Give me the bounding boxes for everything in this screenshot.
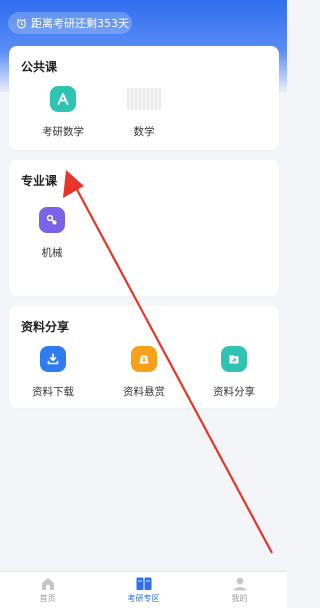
share-icon	[221, 346, 247, 372]
alarm-clock-icon	[17, 18, 26, 28]
bottom-tab-bar: 首页 考研专区 我的	[0, 571, 287, 608]
exam-countdown: 距离考研还剩353天	[8, 12, 132, 34]
resource-download-button[interactable]: 资料下载	[13, 346, 93, 399]
countdown-text: 距离考研还剩353天	[31, 17, 129, 30]
image-placeholder-icon	[127, 88, 161, 110]
course-item-label: 数学	[133, 126, 155, 138]
download-icon	[40, 346, 66, 372]
reward-icon	[131, 346, 157, 372]
course-item-label: 机械	[41, 247, 63, 259]
math-a-icon	[50, 86, 76, 112]
tab-label: 首页	[39, 594, 56, 603]
user-icon	[233, 577, 246, 591]
public-course-card: 公共课 考研数学 数学	[9, 46, 279, 150]
tab-kaoyan-zone[interactable]: 考研专区	[96, 572, 191, 608]
section-title-public: 公共课	[21, 60, 58, 74]
tab-home[interactable]: 首页	[0, 572, 95, 608]
mechanical-icon	[39, 207, 65, 233]
resource-share-card: 资料分享 资料下载 资料悬赏 资料分享	[9, 306, 279, 408]
section-title-major: 专业课	[21, 174, 58, 188]
tab-label: 我的	[231, 594, 248, 603]
resource-item-label: 资料悬赏	[123, 386, 165, 398]
home-icon	[41, 578, 54, 590]
book-icon	[136, 577, 151, 590]
tab-label: 考研专区	[127, 594, 160, 603]
resource-item-label: 资料下载	[32, 386, 74, 398]
resource-reward-button[interactable]: 资料悬赏	[104, 346, 184, 399]
resource-item-label: 资料分享	[213, 386, 255, 398]
course-item-kaoyan-math[interactable]: 考研数学	[23, 86, 103, 139]
major-course-card: 专业课 机械	[9, 160, 279, 296]
section-title-resources: 资料分享	[21, 320, 70, 334]
course-item-mechanical[interactable]: 机械	[12, 207, 92, 260]
course-item-math[interactable]: 数学	[104, 86, 184, 139]
tab-mine[interactable]: 我的	[192, 572, 287, 608]
resource-share-button[interactable]: 资料分享	[194, 346, 274, 399]
course-item-label: 考研数学	[42, 126, 84, 138]
